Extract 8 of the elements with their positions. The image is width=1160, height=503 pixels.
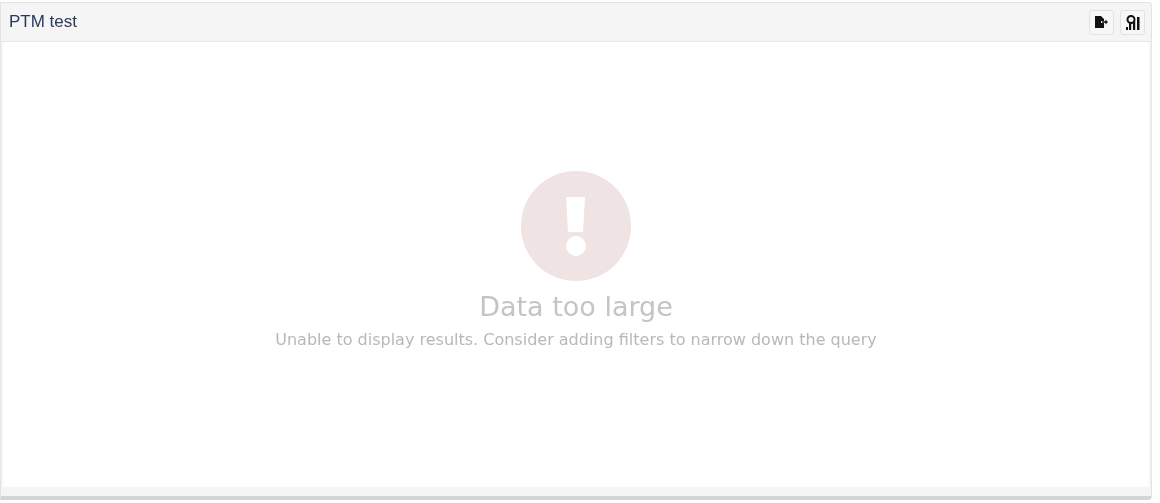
settings-button[interactable] bbox=[1120, 9, 1145, 35]
warning-icon bbox=[521, 171, 631, 281]
export-button[interactable] bbox=[1089, 9, 1114, 35]
ribbon-chart-icon bbox=[1124, 14, 1141, 30]
panel-title: PTM test bbox=[9, 12, 77, 32]
error-title: Data too large bbox=[479, 291, 673, 322]
file-export-icon bbox=[1095, 16, 1108, 28]
error-description: Unable to display results. Consider adding filters to narrow down the query bbox=[275, 330, 877, 349]
